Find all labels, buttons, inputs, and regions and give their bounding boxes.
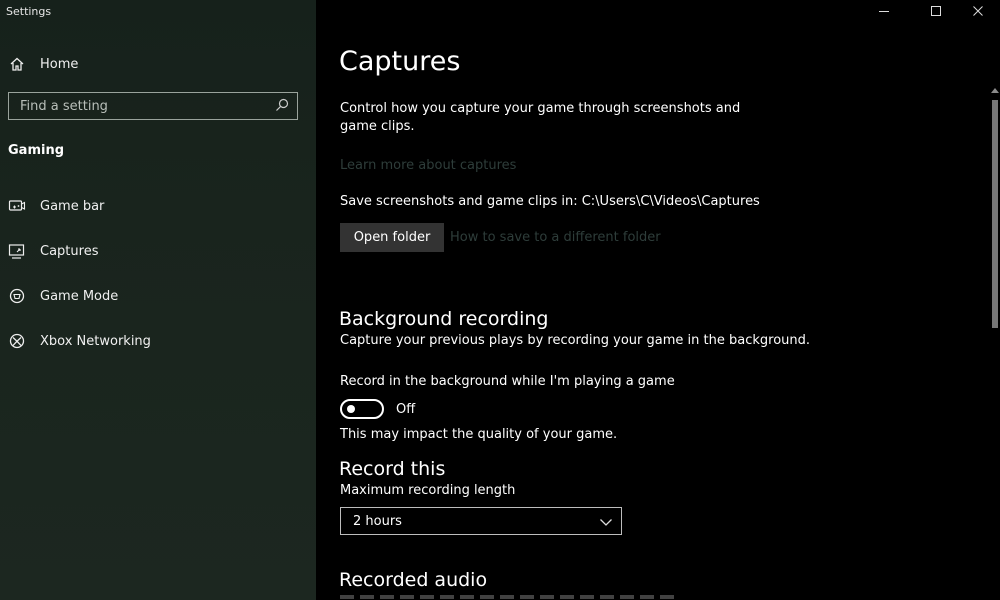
sidebar: Settings Home Gaming Game bar Captures G… [0, 0, 316, 600]
minimize-icon [878, 2, 890, 21]
section-label: Gaming [8, 143, 65, 158]
max-length-label: Maximum recording length [340, 483, 516, 498]
sidebar-item-captures[interactable]: Captures [8, 242, 98, 260]
background-recording-subtitle: Capture your previous plays by recording… [340, 333, 811, 348]
search-box[interactable] [8, 92, 298, 120]
app-title: Settings [6, 5, 52, 18]
page-description: Control how you capture your game throug… [340, 101, 741, 134]
record-this-heading: Record this [339, 458, 446, 480]
recorded-audio-heading: Recorded audio [339, 569, 488, 591]
record-background-label: Record in the background while I'm playi… [340, 374, 675, 389]
sidebar-item-label: Game Mode [40, 288, 119, 304]
maximize-icon [930, 2, 942, 21]
max-length-dropdown[interactable]: 2 hours [340, 507, 622, 535]
game-mode-icon [8, 287, 26, 305]
scrollbar-thumb[interactable] [992, 100, 998, 328]
page-title: Captures [339, 46, 461, 77]
minimize-button[interactable] [864, 0, 904, 22]
sidebar-item-label: Home [40, 56, 79, 72]
toggle-state-label: Off [396, 402, 416, 417]
toggle-knob [347, 405, 355, 413]
save-path-text: Save screenshots and game clips in: C:\U… [340, 194, 760, 209]
sidebar-item-xbox-networking[interactable]: Xbox Networking [8, 332, 151, 350]
search-input[interactable] [20, 98, 260, 114]
background-recording-heading: Background recording [339, 308, 549, 330]
sidebar-item-game-bar[interactable]: Game bar [8, 197, 104, 215]
max-length-value: 2 hours [353, 513, 402, 529]
sidebar-item-label: Captures [40, 243, 99, 259]
background-recording-toggle[interactable] [340, 399, 384, 419]
xbox-icon [8, 332, 26, 350]
close-button[interactable] [958, 0, 998, 22]
close-icon [972, 2, 984, 21]
sidebar-item-label: Game bar [40, 198, 105, 214]
how-to-save-link[interactable]: How to save to a different folder [450, 230, 661, 245]
game-bar-icon [8, 197, 26, 215]
main-content: Captures Control how you capture your ga… [316, 0, 1000, 600]
quality-warning: This may impact the quality of your game… [340, 427, 618, 442]
sidebar-item-game-mode[interactable]: Game Mode [8, 287, 118, 305]
maximize-button[interactable] [916, 0, 956, 22]
scroll-up-icon[interactable] [991, 88, 999, 93]
sidebar-item-label: Xbox Networking [40, 333, 151, 349]
search-icon[interactable] [275, 97, 289, 116]
open-folder-button[interactable]: Open folder [340, 223, 444, 252]
home-icon [8, 55, 26, 73]
sidebar-item-home[interactable]: Home [8, 55, 78, 73]
captures-icon [8, 242, 26, 260]
cut-off-text [340, 595, 680, 599]
learn-more-link[interactable]: Learn more about captures [340, 158, 516, 173]
chevron-down-icon [599, 512, 613, 531]
